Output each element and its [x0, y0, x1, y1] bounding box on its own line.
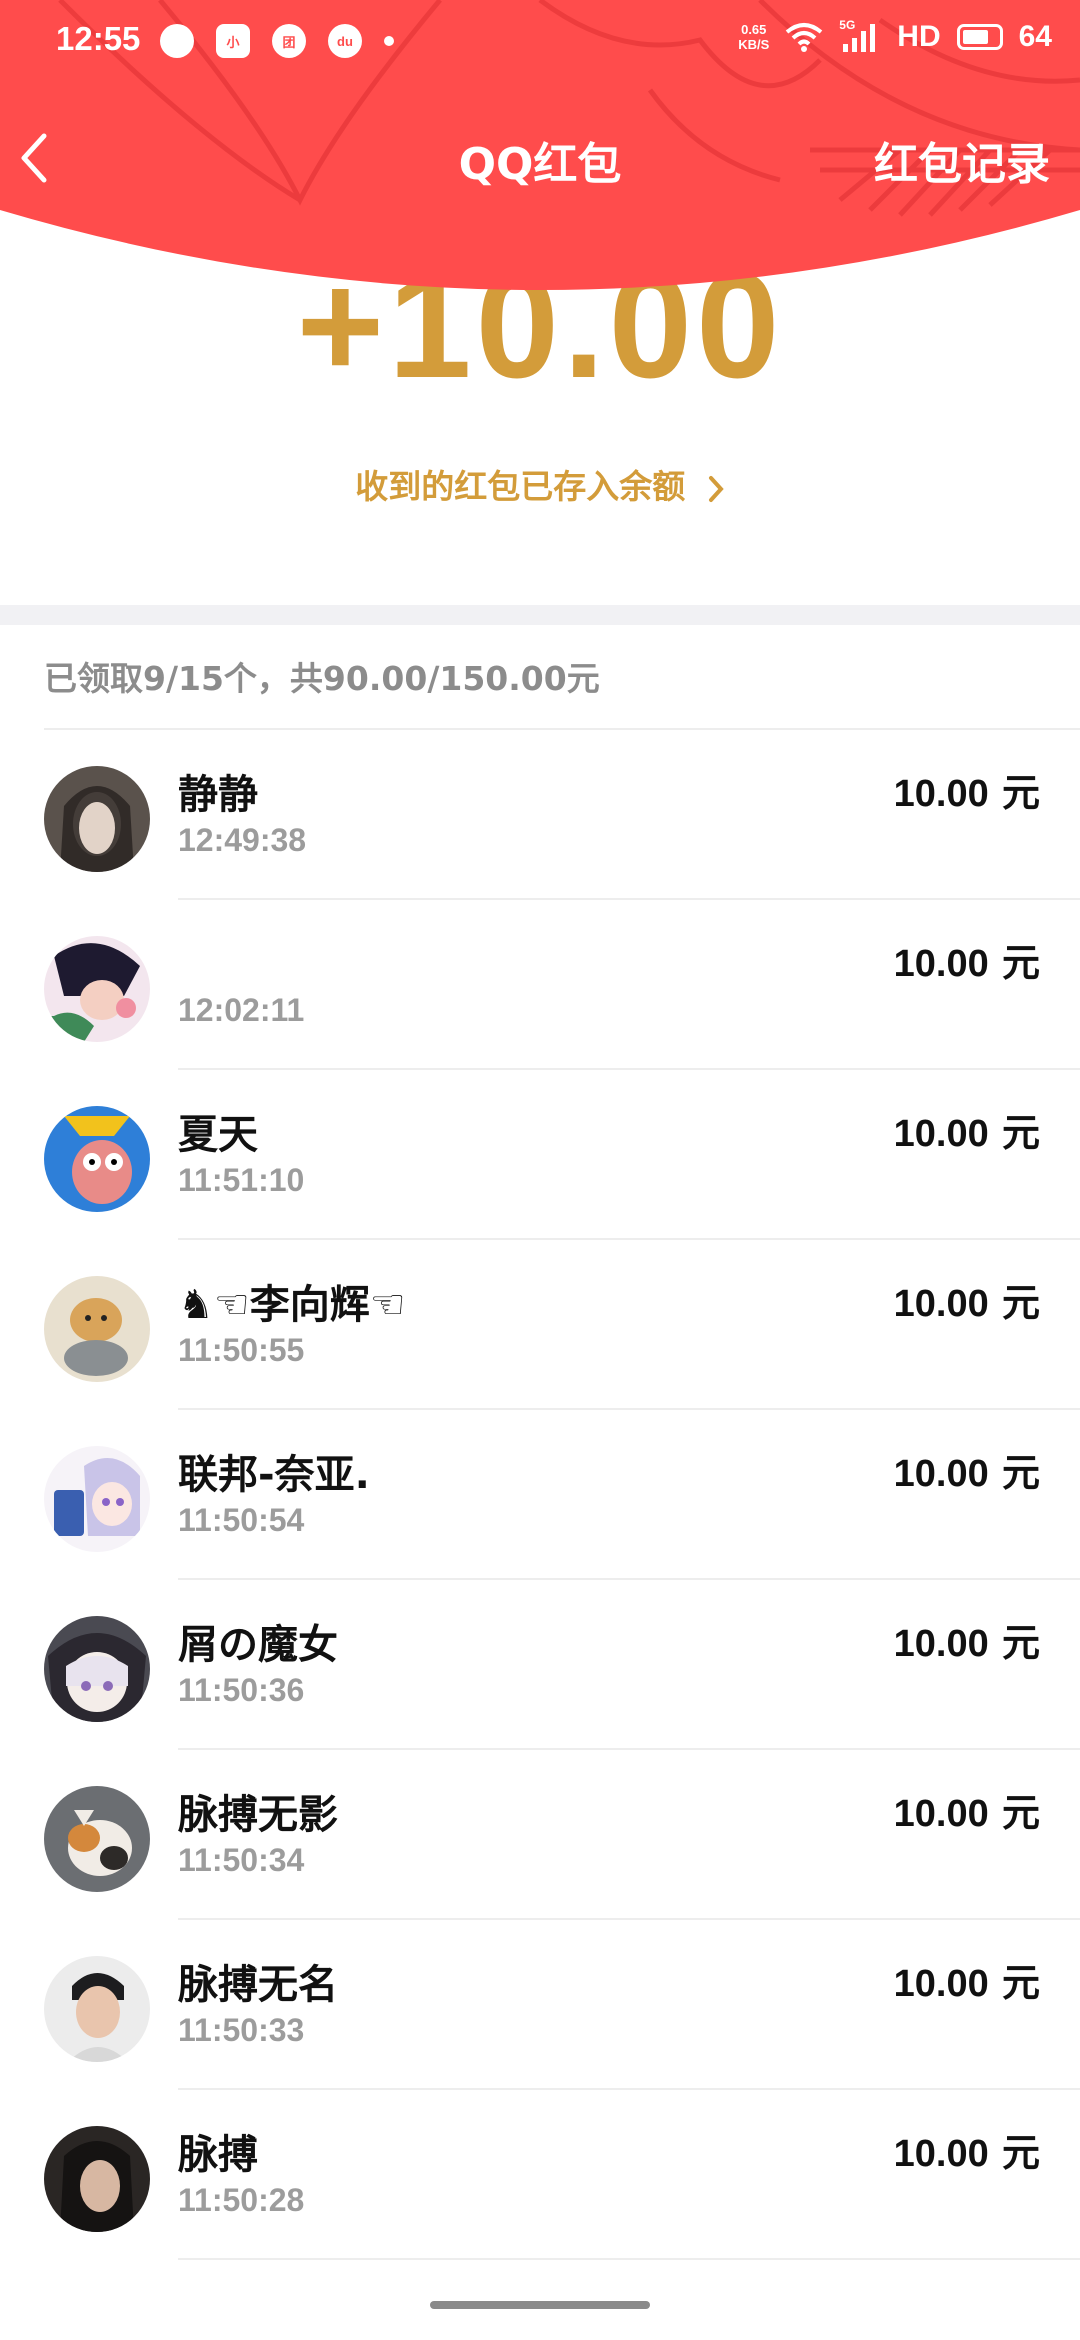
list-item[interactable]: 脉搏无影 11:50:34 10.00 元 [0, 1750, 1080, 1920]
claim-time: 11:50:54 [178, 1502, 305, 1538]
claim-records-list: 静静 12:49:38 10.00 元 12:02:11 10.00 元 夏天 … [0, 730, 1080, 2260]
notification-dot-icon [384, 36, 394, 46]
claim-time: 11:50:36 [178, 1672, 305, 1708]
list-item[interactable]: 联邦-奈亚. 11:50:54 10.00 元 [0, 1410, 1080, 1580]
claim-time: 11:50:55 [178, 1332, 305, 1368]
balance-link-label: 收到的红包已存入余额 [355, 467, 686, 506]
list-item[interactable]: 静静 12:49:38 10.00 元 [0, 730, 1080, 900]
user-name: ♞☜李向辉☜ [178, 1282, 406, 1328]
battery-level: 64 [1018, 20, 1052, 53]
claim-time: 12:49:38 [178, 822, 307, 858]
claim-amount: 10.00 元 [893, 1621, 1040, 1665]
du-map-icon: du [328, 24, 362, 58]
home-indicator[interactable] [430, 2301, 650, 2309]
claim-amount: 10.00 元 [893, 1451, 1040, 1495]
avatar[interactable] [44, 1786, 150, 1892]
claim-time: 12:02:11 [178, 992, 305, 1028]
claim-amount: 10.00 元 [893, 2131, 1040, 2175]
divider [178, 2258, 1080, 2260]
list-item[interactable]: 12:02:11 10.00 元 [0, 900, 1080, 1070]
claim-amount: 10.00 元 [893, 1111, 1040, 1155]
claim-time: 11:50:34 [178, 1842, 305, 1878]
user-name: 联邦-奈亚. [178, 1452, 370, 1498]
avatar[interactable] [44, 1956, 150, 2062]
avatar[interactable] [44, 766, 150, 872]
user-name: 脉搏无影 [178, 1792, 338, 1838]
claim-amount: 10.00 元 [893, 1281, 1040, 1325]
chevron-right-icon [708, 475, 724, 502]
cell-signal-icon: 5G [839, 18, 881, 52]
claim-time: 11:50:33 [178, 2012, 305, 2048]
avatar[interactable] [44, 1106, 150, 1212]
status-bar: 12:55 小 团 du 0.65 KB/S 5G HD 64 [0, 0, 1080, 90]
claim-amount: 10.00 元 [893, 941, 1040, 985]
claim-amount: 10.00 元 [893, 1791, 1040, 1835]
user-name: 脉搏 [178, 2132, 258, 2178]
status-time: 12:55 [56, 20, 141, 57]
claim-summary: 已领取9/15个，共90.00/150.00元 [44, 659, 600, 698]
chat-bubble-icon [160, 24, 194, 58]
avatar[interactable] [44, 1616, 150, 1722]
user-name: 脉搏无名 [178, 1962, 338, 2008]
hd-label: HD [897, 20, 941, 53]
avatar[interactable] [44, 2126, 150, 2232]
red-envelope-header: 12:55 小 团 du 0.65 KB/S 5G HD 64 QQ红包 红包记… [0, 0, 1080, 320]
list-item[interactable]: ♞☜李向辉☜ 11:50:55 10.00 元 [0, 1240, 1080, 1410]
balance-link[interactable]: 收到的红包已存入余额 [0, 460, 1080, 508]
claim-time: 11:50:28 [178, 2182, 305, 2218]
avatar[interactable] [44, 1446, 150, 1552]
avatar[interactable] [44, 1276, 150, 1382]
list-item[interactable]: 屑の魔女 11:50:36 10.00 元 [0, 1580, 1080, 1750]
list-item[interactable]: 脉搏无名 11:50:33 10.00 元 [0, 1920, 1080, 2090]
avatar[interactable] [44, 936, 150, 1042]
claim-amount: 10.00 元 [893, 1961, 1040, 2005]
user-name: 静静 [178, 772, 258, 818]
user-name: 夏天 [178, 1112, 258, 1158]
wifi-icon [786, 23, 823, 52]
section-divider [0, 605, 1080, 625]
list-item[interactable]: 夏天 11:51:10 10.00 元 [0, 1070, 1080, 1240]
list-item[interactable]: 脉搏 11:50:28 10.00 元 [0, 2090, 1080, 2260]
red-envelope-records-link[interactable]: 红包记录 [874, 128, 1050, 192]
battery-icon [956, 24, 1003, 50]
notes-app-icon: 小 [216, 24, 250, 58]
claim-amount: 10.00 元 [893, 771, 1040, 815]
user-name: 屑の魔女 [178, 1622, 338, 1668]
net-speed: 0.65 KB/S [738, 22, 770, 52]
claim-time: 11:51:10 [178, 1162, 305, 1198]
meituan-icon: 团 [272, 24, 306, 58]
